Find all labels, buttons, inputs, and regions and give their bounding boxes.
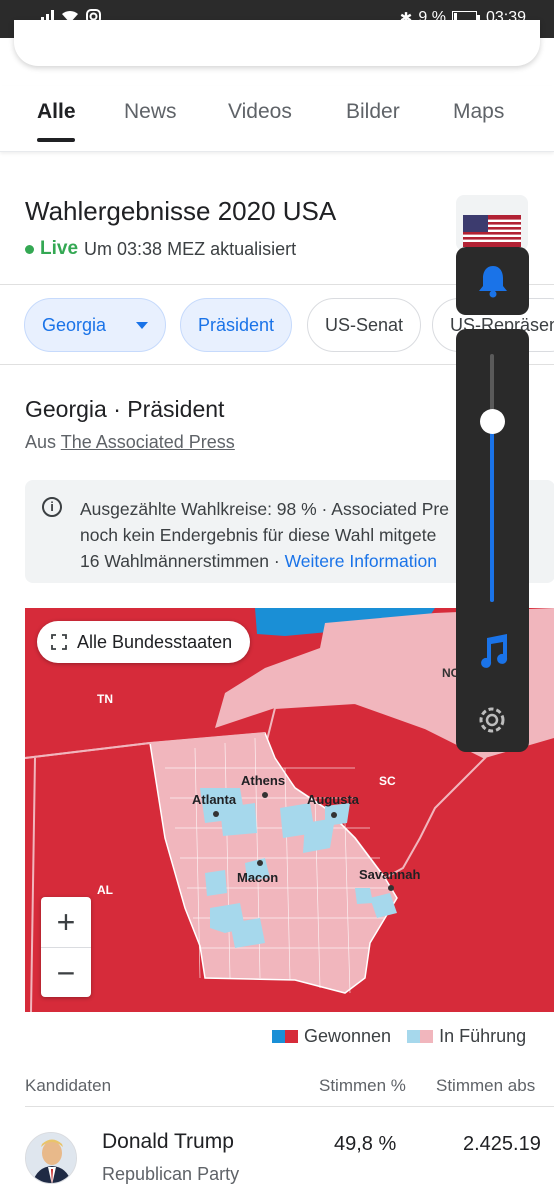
state-label-tn: TN — [97, 692, 113, 706]
legend-swatch-rep-won — [285, 1030, 298, 1043]
bell-icon — [479, 266, 507, 298]
state-label-sc: SC — [379, 774, 396, 788]
page-title: Wahlergebnisse 2020 USA — [25, 196, 337, 226]
tab-images[interactable]: Bilder — [346, 100, 400, 124]
live-status: Live Um 03:38 MEZ aktualisiert — [25, 238, 296, 260]
legend-leading-label: In Führung — [439, 1026, 527, 1046]
media-volume-panel — [456, 329, 529, 752]
candidate-name: Donald Trump — [102, 1130, 234, 1153]
search-tabs: Alle News Videos Bilder Maps — [0, 86, 554, 152]
chip-us-senate[interactable]: US-Senat — [307, 298, 422, 352]
active-tab-indicator — [37, 138, 75, 142]
info-icon: i — [42, 497, 62, 517]
us-flag-button[interactable] — [456, 195, 528, 251]
city-marker-augusta — [331, 812, 337, 818]
expand-icon — [51, 634, 67, 650]
candidate-percent: 49,8 % — [334, 1133, 397, 1155]
live-label: Live — [40, 238, 79, 259]
us-flag-icon — [463, 215, 521, 247]
music-note-icon — [481, 634, 508, 668]
updated-time: Um 03:38 MEZ aktualisiert — [84, 238, 297, 259]
city-label-atlanta: Atlanta — [192, 792, 237, 807]
legend-swatch-dem-won — [272, 1030, 285, 1043]
volume-slider-thumb[interactable] — [480, 409, 505, 434]
volume-fill — [490, 421, 494, 602]
candidate-avatar — [25, 1132, 77, 1184]
tab-news[interactable]: News — [124, 100, 177, 124]
city-label-athens: Athens — [241, 773, 286, 788]
chip-state-georgia[interactable]: Georgia — [24, 298, 166, 352]
chip-label: Georgia — [42, 314, 107, 335]
section-title: Georgia · Präsident — [25, 396, 225, 422]
map-legend: Gewonnen In Führung — [272, 1026, 526, 1047]
tab-all[interactable]: Alle — [37, 100, 76, 124]
col-absolute: Stimmen abs — [436, 1076, 536, 1095]
col-candidates: Kandidaten — [25, 1076, 112, 1095]
city-label-savannah: Savannah — [359, 867, 421, 882]
source-prefix: Aus — [25, 432, 57, 452]
zoom-controls: + − — [41, 897, 91, 997]
info-line-1: Ausgezählte Wahlkreise: 98 % · Associate… — [80, 499, 449, 519]
state-label-al: AL — [97, 883, 113, 897]
search-box[interactable] — [14, 20, 540, 66]
city-marker-macon — [257, 860, 263, 866]
info-line-3: 16 Wahlmännerstimmen · — [80, 551, 285, 571]
city-marker-athens — [262, 792, 268, 798]
table-divider — [25, 1106, 554, 1107]
info-line-2: noch kein Endergebnis für diese Wahl mit… — [80, 525, 437, 545]
more-info-link[interactable]: Weitere Information — [285, 551, 437, 571]
all-states-label: Alle Bundesstaaten — [77, 631, 233, 652]
city-marker-savannah — [388, 885, 394, 891]
chip-president[interactable]: Präsident — [180, 298, 293, 352]
portrait-icon — [26, 1133, 76, 1183]
zoom-out-button[interactable]: − — [41, 948, 91, 998]
legend-won-label: Gewonnen — [304, 1026, 392, 1046]
zoom-in-button[interactable]: + — [41, 897, 91, 947]
tab-maps[interactable]: Maps — [453, 100, 504, 124]
city-label-macon: Macon — [237, 870, 279, 885]
live-dot-icon — [25, 244, 34, 254]
settings-gear-icon[interactable] — [476, 704, 508, 736]
city-label-augusta: Augusta — [307, 792, 359, 807]
all-states-button[interactable]: Alle Bundesstaaten — [37, 621, 251, 663]
ringer-toggle[interactable] — [456, 247, 529, 315]
candidate-votes: 2.425.19 — [463, 1133, 541, 1155]
volume-panel — [456, 247, 529, 752]
legend-swatch-dem-leading — [407, 1030, 421, 1043]
dropdown-arrow-icon — [136, 321, 148, 329]
tab-videos[interactable]: Videos — [228, 100, 292, 124]
candidate-party: Republican Party — [102, 1164, 240, 1184]
source-link[interactable]: The Associated Press — [61, 432, 235, 452]
col-percent: Stimmen % — [319, 1076, 406, 1095]
city-marker-atlanta — [213, 811, 219, 817]
legend-swatch-rep-leading — [420, 1030, 434, 1043]
source-row: Aus The Associated Press — [25, 432, 235, 453]
